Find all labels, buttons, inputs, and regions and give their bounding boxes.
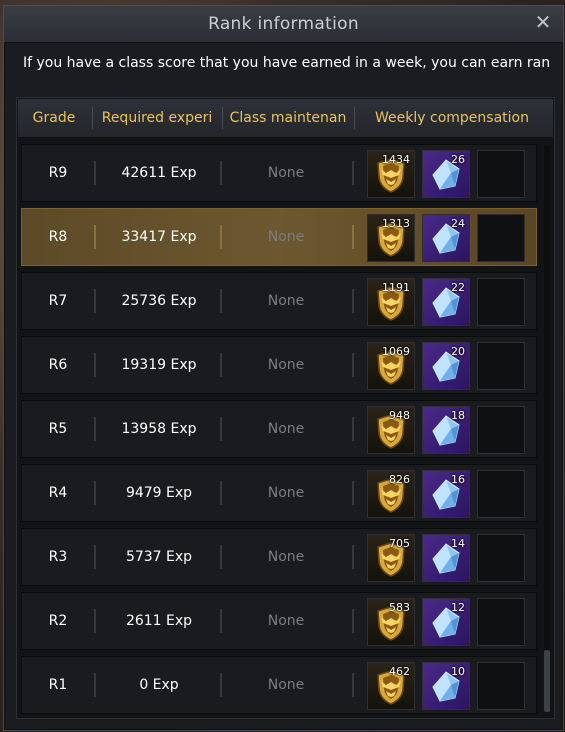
class-maintenance-cell: None — [267, 677, 305, 693]
reward-slot-empty[interactable] — [477, 598, 525, 646]
required-exp-cell: 33417 Exp — [121, 229, 197, 245]
rank-row[interactable]: R2 2611 Exp None 583 12 — [21, 592, 537, 650]
class-maintenance-cell: None — [267, 357, 305, 373]
reward-slot-crystal[interactable]: 20 — [422, 342, 470, 390]
reward-slot-empty[interactable] — [477, 662, 525, 710]
reward-slot-empty[interactable] — [477, 150, 525, 198]
grade-cell: R2 — [48, 613, 68, 629]
crystal-quantity: 10 — [451, 665, 465, 678]
reward-slot-crystal[interactable]: 26 — [422, 150, 470, 198]
window-title: Rank information — [208, 14, 359, 34]
shield-quantity: 1069 — [382, 345, 410, 358]
grade-cell: R5 — [48, 421, 68, 437]
required-exp-cell: 0 Exp — [139, 677, 179, 693]
header-weekly-compensation: Weekly compensation — [375, 110, 529, 126]
rank-row[interactable]: R3 5737 Exp None 705 14 — [21, 528, 537, 586]
reward-slot-shield[interactable]: 1313 — [367, 214, 415, 262]
description-text: If you have a class score that you have … — [23, 55, 551, 71]
shield-quantity: 583 — [389, 601, 410, 614]
class-maintenance-cell: None — [267, 229, 305, 245]
reward-slot-empty[interactable] — [477, 214, 525, 262]
reward-slot-empty[interactable] — [477, 534, 525, 582]
crystal-quantity: 26 — [451, 153, 465, 166]
grade-cell: R3 — [48, 549, 68, 565]
grade-cell: R8 — [48, 229, 68, 245]
reward-slot-shield[interactable]: 1434 — [367, 150, 415, 198]
required-exp-cell: 5737 Exp — [125, 549, 193, 565]
required-exp-cell: 42611 Exp — [121, 165, 197, 181]
crystal-quantity: 12 — [451, 601, 465, 614]
shield-quantity: 948 — [389, 409, 410, 422]
scrollbar[interactable] — [544, 146, 550, 712]
crystal-quantity: 20 — [451, 345, 465, 358]
reward-slot-shield[interactable]: 826 — [367, 470, 415, 518]
reward-slot-crystal[interactable]: 16 — [422, 470, 470, 518]
rank-row[interactable]: R9 42611 Exp None 1434 26 — [21, 144, 537, 202]
grade-cell: R1 — [48, 677, 68, 693]
reward-slot-crystal[interactable]: 24 — [422, 214, 470, 262]
shield-quantity: 462 — [389, 665, 410, 678]
reward-slot-crystal[interactable]: 18 — [422, 406, 470, 454]
crystal-quantity: 14 — [451, 537, 465, 550]
class-maintenance-cell: None — [267, 549, 305, 565]
reward-slot-empty[interactable] — [477, 342, 525, 390]
required-exp-cell: 25736 Exp — [121, 293, 197, 309]
header-required-exp: Required experi — [101, 110, 213, 126]
reward-slot-empty[interactable] — [477, 406, 525, 454]
shield-quantity: 1434 — [382, 153, 410, 166]
rank-row[interactable]: R1 0 Exp None 462 10 — [21, 656, 537, 714]
class-maintenance-cell: None — [267, 613, 305, 629]
class-maintenance-cell: None — [267, 485, 305, 501]
table-header: Grade Required experi Class maintenan We… — [18, 99, 553, 138]
header-class-maintenance: Class maintenan — [229, 110, 347, 126]
reward-slot-empty[interactable] — [477, 470, 525, 518]
rank-row[interactable]: R4 9479 Exp None 826 16 — [21, 464, 537, 522]
reward-slot-crystal[interactable]: 10 — [422, 662, 470, 710]
class-maintenance-cell: None — [267, 293, 305, 309]
reward-slot-shield[interactable]: 705 — [367, 534, 415, 582]
rank-table: Grade Required experi Class maintenan We… — [16, 97, 555, 719]
reward-slot-shield[interactable]: 583 — [367, 598, 415, 646]
crystal-quantity: 16 — [451, 473, 465, 486]
rank-information-window: Rank information ✕ If you have a class s… — [3, 5, 564, 731]
grade-cell: R9 — [48, 165, 68, 181]
rank-row[interactable]: R8 33417 Exp None 1313 24 — [21, 208, 537, 266]
header-grade: Grade — [32, 110, 76, 126]
grade-cell: R6 — [48, 357, 68, 373]
reward-slot-crystal[interactable]: 12 — [422, 598, 470, 646]
reward-slot-crystal[interactable]: 22 — [422, 278, 470, 326]
shield-quantity: 705 — [389, 537, 410, 550]
rank-row[interactable]: R7 25736 Exp None 1191 22 — [21, 272, 537, 330]
scrollbar-thumb[interactable] — [544, 650, 550, 712]
class-maintenance-cell: None — [267, 421, 305, 437]
reward-slot-shield[interactable]: 462 — [367, 662, 415, 710]
required-exp-cell: 19319 Exp — [121, 357, 197, 373]
shield-quantity: 1191 — [382, 281, 410, 294]
title-bar: Rank information ✕ — [4, 6, 563, 43]
class-maintenance-cell: None — [267, 165, 305, 181]
close-icon[interactable]: ✕ — [533, 12, 553, 32]
reward-slot-shield[interactable]: 948 — [367, 406, 415, 454]
grade-cell: R4 — [48, 485, 68, 501]
required-exp-cell: 2611 Exp — [125, 613, 193, 629]
reward-slot-shield[interactable]: 1191 — [367, 278, 415, 326]
shield-quantity: 1313 — [382, 217, 410, 230]
required-exp-cell: 13958 Exp — [121, 421, 197, 437]
crystal-quantity: 22 — [451, 281, 465, 294]
crystal-quantity: 24 — [451, 217, 465, 230]
shield-quantity: 826 — [389, 473, 410, 486]
rank-row[interactable]: R5 13958 Exp None 948 18 — [21, 400, 537, 458]
required-exp-cell: 9479 Exp — [125, 485, 193, 501]
crystal-quantity: 18 — [451, 409, 465, 422]
reward-slot-crystal[interactable]: 14 — [422, 534, 470, 582]
reward-slot-shield[interactable]: 1069 — [367, 342, 415, 390]
rank-row[interactable]: R6 19319 Exp None 1069 20 — [21, 336, 537, 394]
reward-slot-empty[interactable] — [477, 278, 525, 326]
grade-cell: R7 — [48, 293, 68, 309]
